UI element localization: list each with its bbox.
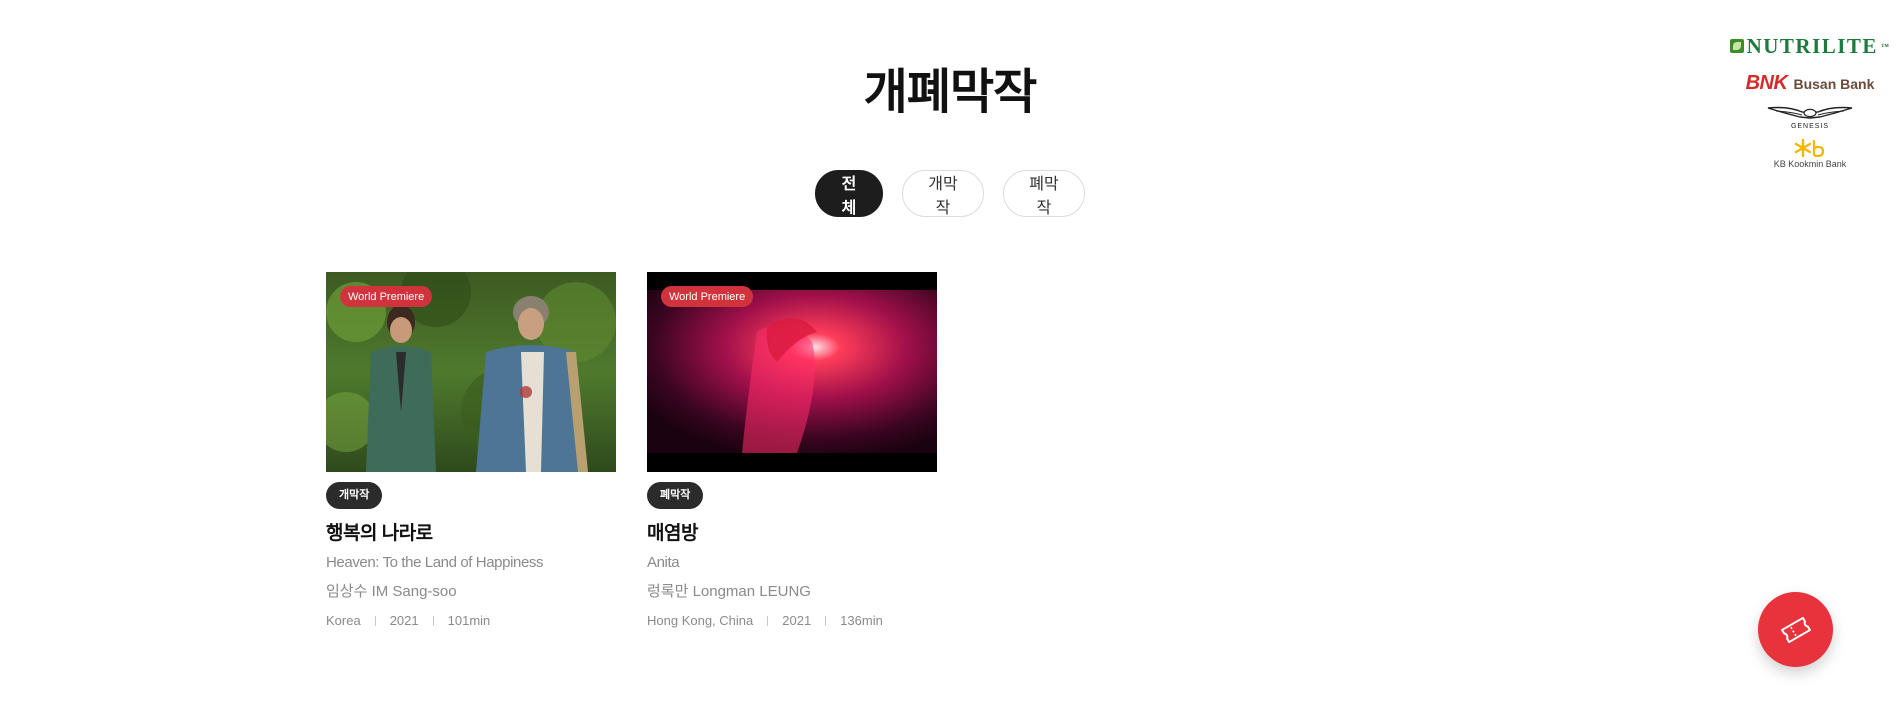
film-title[interactable]: 매염방 (647, 518, 937, 545)
film-still[interactable]: World Premiere (326, 272, 616, 472)
meta-divider (767, 615, 769, 626)
film-country: Korea (326, 613, 361, 628)
film-english-title: Heaven: To the Land of Happiness (326, 554, 544, 571)
kb-star-icon (1794, 138, 1825, 158)
ticket-icon (1780, 616, 1811, 643)
film-english-title: Anita (647, 554, 680, 571)
film-card[interactable]: World Premiere 개막작 행복의 나라로 Heaven: To th… (326, 272, 616, 628)
film-list: World Premiere 개막작 행복의 나라로 Heaven: To th… (326, 272, 937, 628)
film-director: 임상수 IM Sang-soo (326, 583, 457, 600)
genesis-wings-icon (1767, 106, 1853, 119)
status-tag: 개막작 (326, 482, 383, 509)
busan-bank-logo[interactable]: BNK Busan Bank (1746, 72, 1875, 96)
film-title[interactable]: 행복의 나라로 (326, 518, 616, 545)
meta-divider (825, 615, 827, 626)
filter-tab-all[interactable]: 전체 (815, 170, 883, 217)
film-card[interactable]: World Premiere 폐막작 매염방 Anita 렁록만 Longman… (647, 272, 937, 628)
film-country: Hong Kong, China (647, 613, 754, 628)
film-year: 2021 (782, 613, 812, 628)
genesis-logo[interactable]: GENESIS (1766, 104, 1854, 130)
film-year: 2021 (389, 613, 419, 628)
ticket-fab-button[interactable] (1758, 592, 1833, 667)
film-runtime: 136min (840, 613, 883, 628)
film-meta: Hong Kong, China 2021 136min (647, 613, 937, 628)
filter-tab-closing[interactable]: 폐막작 (1003, 170, 1085, 217)
premiere-badge: World Premiere (661, 286, 754, 307)
film-director: 렁록만 Longman LEUNG (647, 583, 811, 600)
premiere-badge: World Premiere (340, 286, 433, 307)
status-tag: 폐막작 (647, 482, 704, 509)
kb-kookmin-logo[interactable]: KB Kookmin Bank (1774, 138, 1846, 169)
filter-tab-opening[interactable]: 개막작 (902, 170, 984, 217)
nutrilite-logo[interactable]: NUTRILITE ™ (1729, 30, 1891, 62)
meta-divider (374, 615, 376, 626)
filter-tabs: 전체 개막작 폐막작 (0, 170, 1900, 217)
meta-divider (432, 615, 434, 626)
film-still[interactable]: World Premiere (647, 272, 937, 472)
page-title: 개폐막작 (863, 66, 1038, 119)
film-meta: Korea 2021 101min (326, 613, 616, 628)
film-runtime: 101min (447, 613, 491, 628)
sponsor-logos: NUTRILITE ™ BNK Busan Bank GENESIS KB Koo… (1720, 30, 1900, 169)
leaf-icon (1729, 39, 1744, 53)
